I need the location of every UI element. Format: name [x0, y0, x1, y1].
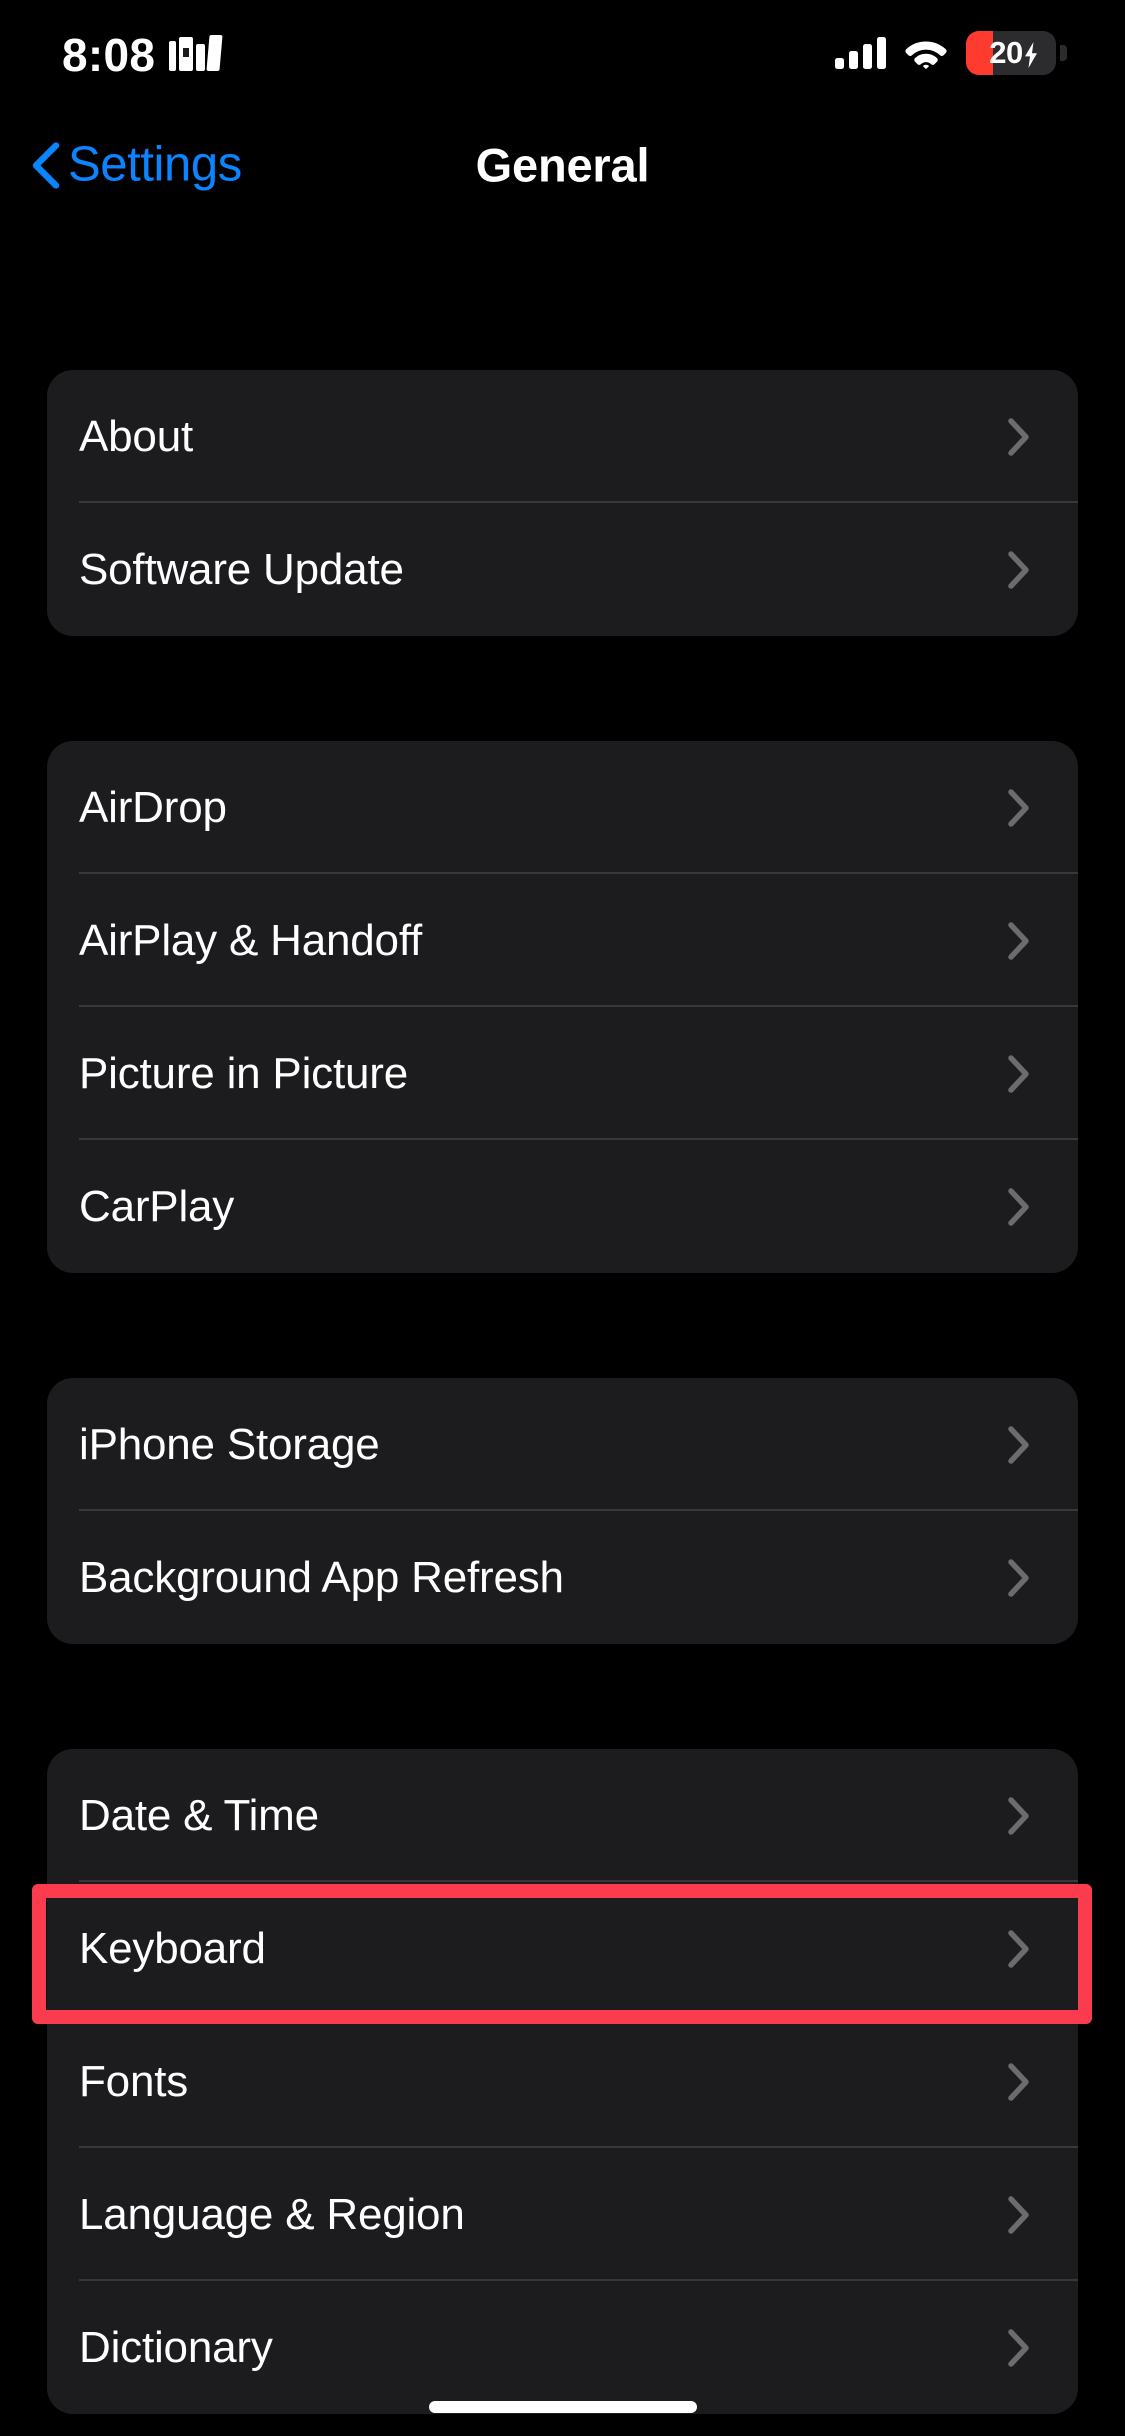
settings-row-label: Software Update	[79, 544, 404, 594]
settings-group-system: About Software Update	[47, 370, 1078, 636]
chevron-right-icon	[1008, 2328, 1030, 2367]
chevron-right-icon	[1008, 417, 1030, 456]
chevron-right-icon	[1008, 921, 1030, 960]
settings-row-airdrop[interactable]: AirDrop	[47, 741, 1078, 874]
chevron-right-icon	[1008, 1054, 1030, 1093]
settings-row-date-time[interactable]: Date & Time	[47, 1749, 1078, 1882]
home-indicator	[428, 2401, 697, 2413]
settings-list: About Software Update AirDrop AirPlay & …	[0, 225, 1125, 2436]
settings-row-label: Picture in Picture	[79, 1048, 408, 1098]
settings-row-label: AirDrop	[79, 782, 227, 832]
settings-row-software-update[interactable]: Software Update	[47, 503, 1078, 636]
settings-row-label: Date & Time	[79, 1790, 319, 1840]
settings-group-storage: iPhone Storage Background App Refresh	[47, 1378, 1078, 1644]
top-spacer	[0, 225, 1125, 370]
settings-row-label: Background App Refresh	[79, 1552, 564, 1602]
settings-row-language-region[interactable]: Language & Region	[47, 2148, 1078, 2281]
chevron-right-icon	[1008, 1796, 1030, 1835]
status-bar-right: 20	[835, 30, 1067, 75]
wifi-icon	[904, 37, 948, 69]
chevron-right-icon	[1008, 788, 1030, 827]
cellular-signal-icon	[835, 36, 886, 69]
chevron-right-icon	[1008, 2062, 1030, 2101]
status-bar-left: 8:08	[62, 28, 223, 81]
battery-icon: 20	[966, 30, 1056, 75]
status-bar-clock: 8:08	[62, 28, 156, 81]
settings-row-background-app-refresh[interactable]: Background App Refresh	[47, 1511, 1078, 1644]
chevron-right-icon	[1008, 1425, 1030, 1464]
settings-row-carplay[interactable]: CarPlay	[47, 1140, 1078, 1273]
settings-group-input: Date & Time Keyboard Fonts Language & Re…	[47, 1749, 1078, 2414]
charging-bolt-icon	[1023, 40, 1039, 68]
battery-percentage-label: 20	[966, 35, 1056, 71]
iphone-settings-general-screen: 8:08 20 Settings General About Software …	[0, 0, 1125, 2436]
chevron-right-icon	[1008, 2195, 1030, 2234]
settings-row-label: Fonts	[79, 2056, 189, 2106]
chevron-right-icon	[1008, 1929, 1030, 1968]
settings-row-fonts[interactable]: Fonts	[47, 2015, 1078, 2148]
settings-row-dictionary[interactable]: Dictionary	[47, 2281, 1078, 2414]
battery-cap	[1060, 44, 1067, 61]
chevron-right-icon	[1008, 1558, 1030, 1597]
page-title: General	[475, 138, 650, 192]
status-bar: 8:08 20	[0, 0, 1125, 105]
settings-row-label: Dictionary	[79, 2322, 273, 2372]
settings-row-label: AirPlay & Handoff	[79, 915, 423, 965]
settings-row-label: About	[79, 411, 193, 461]
settings-row-label: Language & Region	[79, 2189, 465, 2239]
chevron-right-icon	[1008, 550, 1030, 589]
settings-row-airplay-handoff[interactable]: AirPlay & Handoff	[47, 874, 1078, 1007]
settings-row-picture-in-picture[interactable]: Picture in Picture	[47, 1007, 1078, 1140]
settings-group-connectivity: AirDrop AirPlay & Handoff Picture in Pic…	[47, 741, 1078, 1273]
settings-row-about[interactable]: About	[47, 370, 1078, 503]
settings-row-label: iPhone Storage	[79, 1419, 380, 1469]
settings-row-label: Keyboard	[79, 1923, 266, 1973]
settings-row-keyboard[interactable]: Keyboard	[47, 1882, 1078, 2015]
navigation-bar: Settings General	[0, 105, 1125, 225]
settings-row-label: CarPlay	[79, 1181, 235, 1231]
books-icon	[169, 34, 223, 71]
battery-percent-text: 20	[989, 34, 1023, 70]
settings-row-iphone-storage[interactable]: iPhone Storage	[47, 1378, 1078, 1511]
chevron-right-icon	[1008, 1187, 1030, 1226]
